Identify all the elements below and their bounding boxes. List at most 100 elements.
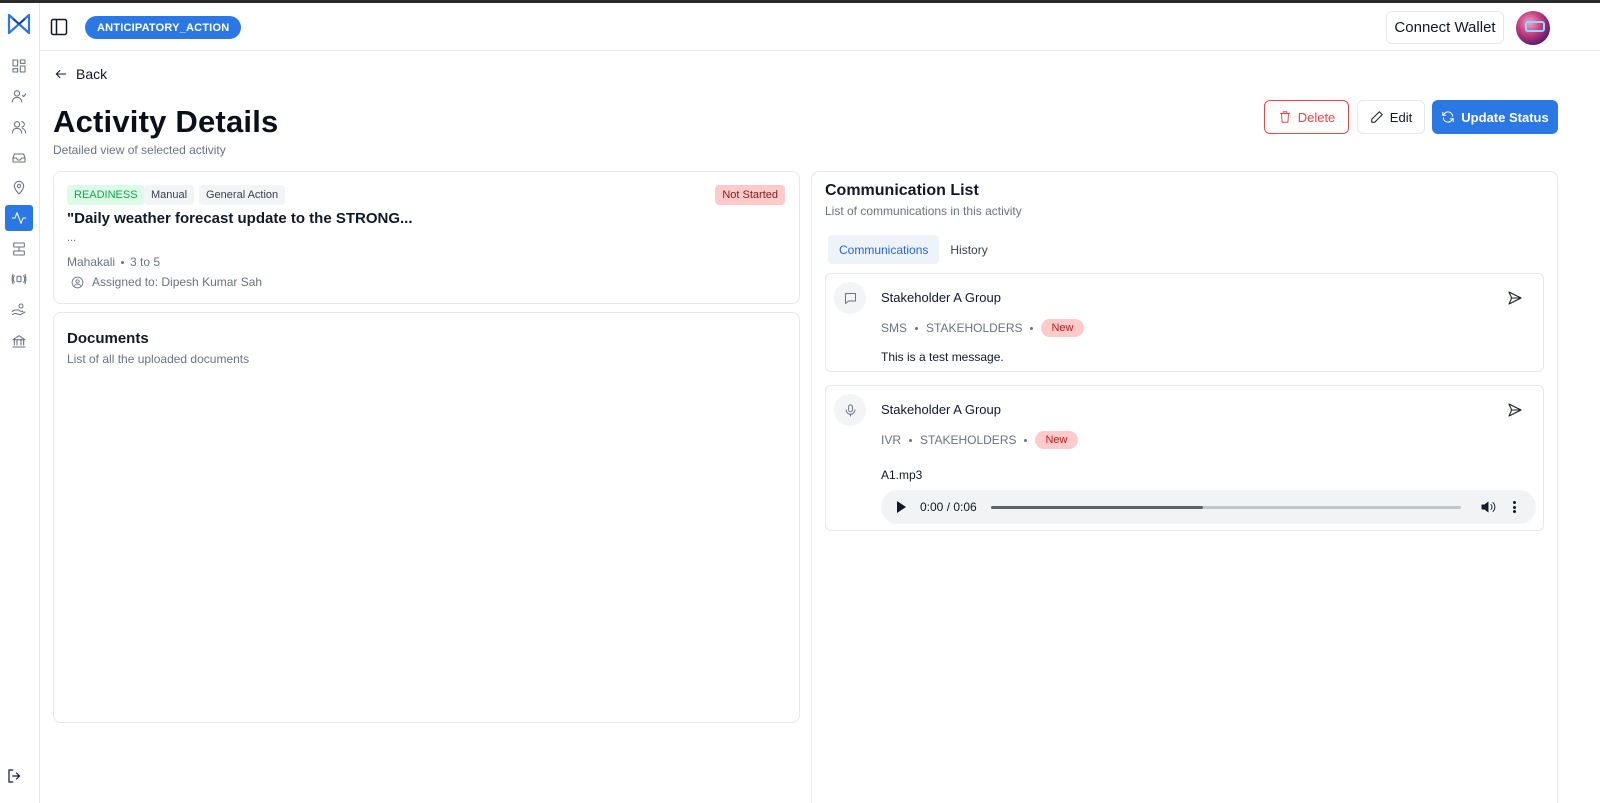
communication-audience: STAKEHOLDERS bbox=[926, 321, 1023, 335]
documents-subtitle: List of all the uploaded documents bbox=[67, 352, 250, 366]
status-badge: New bbox=[1041, 319, 1084, 337]
send-icon bbox=[1508, 403, 1522, 417]
documents-title: Documents bbox=[67, 330, 149, 347]
project-badge[interactable]: ANTICIPATORY_ACTION bbox=[85, 16, 242, 39]
back-label: Back bbox=[76, 66, 108, 82]
communication-list-title: Communication List bbox=[825, 182, 979, 199]
more-vertical-icon bbox=[1512, 510, 1516, 513]
sidebar bbox=[0, 3, 40, 803]
volume-icon bbox=[1481, 501, 1496, 513]
communication-audience: STAKEHOLDERS bbox=[920, 433, 1017, 447]
microphone-icon bbox=[834, 394, 866, 426]
activity-description: ... bbox=[67, 232, 77, 244]
delete-button[interactable]: Delete bbox=[1264, 100, 1349, 134]
page-title: Activity Details bbox=[53, 104, 279, 139]
dashboard-icon bbox=[12, 59, 26, 73]
separator-dot bbox=[909, 438, 913, 442]
logout-icon bbox=[8, 769, 21, 783]
communication-meta: IVR STAKEHOLDERS New bbox=[881, 431, 1078, 449]
more-options-button[interactable] bbox=[1511, 499, 1517, 515]
play-button[interactable] bbox=[897, 501, 906, 513]
user-avatar[interactable] bbox=[1516, 11, 1550, 45]
trash-icon bbox=[1279, 111, 1290, 123]
sidebar-item-payouts[interactable] bbox=[5, 297, 33, 323]
communication-channel: IVR bbox=[881, 433, 902, 447]
separator-dot bbox=[1024, 438, 1028, 442]
logout-button[interactable] bbox=[6, 767, 26, 787]
activity-icon bbox=[11, 212, 27, 224]
tab-history[interactable]: History bbox=[939, 235, 998, 264]
category-tag: General Action bbox=[199, 185, 286, 205]
sidebar-item-groups[interactable] bbox=[5, 236, 33, 262]
communication-group-name: Stakeholder A Group bbox=[881, 290, 1001, 305]
sidebar-item-location[interactable] bbox=[5, 175, 33, 201]
send-button[interactable] bbox=[1507, 290, 1523, 306]
app-logo-icon[interactable] bbox=[7, 13, 31, 35]
update-status-label: Update Status bbox=[1461, 109, 1549, 125]
layers-icon bbox=[13, 242, 25, 256]
panel-left-icon bbox=[50, 18, 68, 36]
activity-lead-time: 3 to 5 bbox=[130, 255, 161, 269]
communication-channel: SMS bbox=[881, 321, 908, 335]
sidebar-toggle-button[interactable] bbox=[49, 17, 69, 37]
arrow-left-icon bbox=[55, 69, 67, 79]
message-icon bbox=[834, 282, 866, 314]
hand-coins-icon bbox=[11, 303, 26, 316]
communication-tabs: Communications History bbox=[828, 235, 999, 264]
page-subtitle: Detailed view of selected activity bbox=[53, 143, 226, 157]
sidebar-item-communications[interactable] bbox=[5, 266, 33, 292]
activity-meta: Mahakali 3 to 5 bbox=[67, 255, 160, 269]
communication-meta: SMS STAKEHOLDERS New bbox=[881, 319, 1084, 337]
tab-communications[interactable]: Communications bbox=[828, 235, 940, 264]
sidebar-item-stakeholders[interactable] bbox=[5, 114, 33, 140]
trigger-type-tag: Manual bbox=[144, 185, 195, 205]
users-icon bbox=[11, 121, 27, 134]
connect-wallet-button[interactable]: Connect Wallet bbox=[1386, 11, 1504, 44]
sidebar-item-inbox[interactable] bbox=[5, 145, 33, 171]
communication-list-subtitle: List of communications in this activity bbox=[825, 204, 1022, 218]
sidebar-item-activities[interactable] bbox=[5, 205, 33, 231]
communication-group-name: Stakeholder A Group bbox=[881, 402, 1001, 417]
edit-label: Edit bbox=[1389, 109, 1413, 125]
broadcast-icon bbox=[11, 273, 27, 285]
top-header: ANTICIPATORY_ACTION Connect Wallet bbox=[40, 3, 1600, 51]
activity-location: Mahakali bbox=[67, 255, 116, 269]
communication-list-card: Communication List List of communication… bbox=[811, 171, 1558, 803]
pencil-icon bbox=[1371, 111, 1383, 123]
edit-button[interactable]: Edit bbox=[1357, 100, 1425, 134]
user-circle-icon bbox=[71, 276, 84, 288]
status-badge: Not Started bbox=[715, 185, 785, 205]
activity-title: "Daily weather forecast update to the ST… bbox=[67, 210, 413, 227]
more-vertical-icon bbox=[1512, 501, 1516, 504]
documents-card: Documents List of all the uploaded docum… bbox=[53, 312, 800, 723]
assigned-to-label: Assigned to: Dipesh Kumar Sah bbox=[92, 275, 263, 289]
send-icon bbox=[1508, 291, 1522, 305]
inbox-icon bbox=[12, 153, 26, 163]
volume-button[interactable] bbox=[1480, 499, 1496, 515]
sidebar-item-beneficiary[interactable] bbox=[5, 83, 33, 109]
separator-dot bbox=[1030, 326, 1034, 330]
assigned-to: Assigned to: Dipesh Kumar Sah bbox=[71, 275, 262, 289]
separator-dot bbox=[121, 260, 125, 264]
bank-icon bbox=[12, 335, 26, 348]
audio-time: 0:00 / 0:06 bbox=[920, 500, 977, 514]
sidebar-item-dashboard[interactable] bbox=[5, 53, 33, 79]
audio-progress bbox=[991, 506, 1203, 509]
update-status-button[interactable]: Update Status bbox=[1432, 100, 1558, 134]
separator-dot bbox=[915, 326, 919, 330]
status-badge: New bbox=[1035, 431, 1078, 449]
delete-label: Delete bbox=[1297, 109, 1336, 125]
list-item: Stakeholder A Group SMS STAKEHOLDERS New… bbox=[825, 273, 1544, 372]
activity-summary-card: READINESS Manual General Action Not Star… bbox=[53, 171, 800, 304]
more-vertical-icon bbox=[1512, 505, 1516, 509]
user-icon bbox=[11, 90, 27, 103]
audio-player: 0:00 / 0:06 bbox=[881, 490, 1536, 524]
location-icon bbox=[13, 180, 25, 195]
send-button[interactable] bbox=[1507, 402, 1523, 418]
sidebar-item-funds[interactable] bbox=[5, 328, 33, 354]
refresh-icon bbox=[1442, 111, 1455, 123]
phase-tag: READINESS bbox=[67, 185, 145, 205]
audio-seek-bar[interactable] bbox=[991, 506, 1461, 509]
list-item: Stakeholder A Group IVR STAKEHOLDERS New… bbox=[825, 385, 1544, 531]
back-link[interactable]: Back bbox=[54, 66, 107, 82]
